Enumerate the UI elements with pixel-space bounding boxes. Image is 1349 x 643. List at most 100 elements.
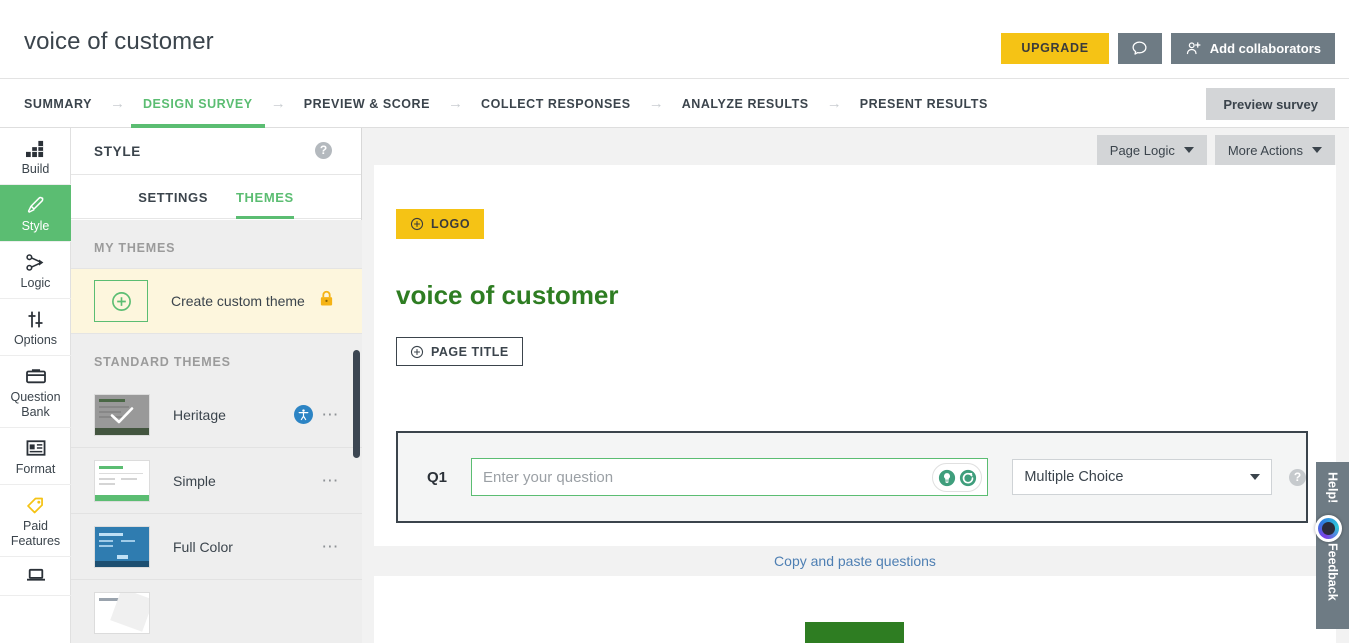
app-header: voice of customer UPGRADE Add collaborat… <box>0 0 1349 79</box>
rail-item-style[interactable]: Style <box>0 185 71 242</box>
rail-item-logic[interactable]: Logic <box>0 242 71 299</box>
theme-row-heritage[interactable]: Heritage ⋯ <box>71 382 362 448</box>
left-icon-rail: Build Style Logic Options Question Bank … <box>0 128 71 643</box>
lightbulb-icon[interactable] <box>937 468 956 487</box>
survey-design-app: voice of customer UPGRADE Add collaborat… <box>0 0 1349 643</box>
nav-tab-present-results[interactable]: PRESENT RESULTS <box>858 79 990 128</box>
more-actions-label: More Actions <box>1227 142 1303 158</box>
library-icon <box>25 566 47 588</box>
add-page-title-label: PAGE TITLE <box>431 344 509 359</box>
preview-survey-button[interactable]: Preview survey <box>1206 88 1335 120</box>
theme-thumbnail <box>94 459 150 502</box>
rail-label: Question Bank <box>10 390 61 419</box>
plus-circle-icon <box>94 280 148 322</box>
rail-item-question-bank[interactable]: Question Bank <box>0 356 71 428</box>
page-title: voice of customer <box>24 28 214 55</box>
rail-item-options[interactable]: Options <box>0 299 71 356</box>
lock-icon <box>319 290 334 312</box>
chat-bubble-icon <box>1132 41 1147 55</box>
standard-themes-label: STANDARD THEMES <box>94 355 231 369</box>
sliders-icon <box>25 308 46 330</box>
nav-arrow-icon: → <box>448 95 464 112</box>
question-input[interactable] <box>472 459 988 495</box>
logic-branch-icon <box>25 251 46 273</box>
question-type-value: Multiple Choice <box>1024 469 1124 485</box>
copy-paste-questions-link[interactable]: Copy and paste questions <box>774 553 936 569</box>
style-panel-tabs: SETTINGS THEMES <box>71 175 361 219</box>
nav-tab-summary[interactable]: SUMMARY <box>22 79 94 128</box>
add-logo-button[interactable]: LOGO <box>396 209 485 239</box>
nav-arrow-icon: → <box>270 95 286 112</box>
question-input-wrapper <box>471 458 989 496</box>
survey-canvas-title[interactable]: voice of customer <box>396 280 619 311</box>
chevron-down-icon <box>1183 147 1194 153</box>
add-person-icon <box>1186 42 1201 55</box>
question-type-select[interactable]: Multiple Choice <box>1012 459 1273 495</box>
add-logo-label: LOGO <box>431 217 471 231</box>
themes-scrollbar[interactable] <box>353 350 360 458</box>
nav-arrow-icon: → <box>648 95 664 112</box>
theme-row-partial[interactable] <box>71 580 362 643</box>
feedback-tab-label: Feedback <box>1325 542 1340 601</box>
rail-item-format[interactable]: Format <box>0 428 71 485</box>
chat-widget-core <box>1322 522 1335 535</box>
rail-label: Options <box>13 333 58 347</box>
accessibility-icon[interactable] <box>294 405 314 424</box>
rail-label: Build <box>21 162 50 176</box>
ellipsis-icon[interactable]: ⋯ <box>321 472 340 489</box>
upgrade-button[interactable]: UPGRADE <box>1001 33 1109 64</box>
chat-button[interactable] <box>1117 33 1162 64</box>
page-logic-dropdown[interactable]: Page Logic <box>1096 135 1207 165</box>
question-mark-icon[interactable]: ? <box>315 142 332 159</box>
survey-canvas-area: Page Logic More Actions LOGO voice of cu… <box>362 128 1349 643</box>
question-help-icon[interactable]: ? <box>1289 468 1306 486</box>
chat-widget-button[interactable] <box>1315 515 1342 542</box>
help-tab[interactable]: Help! <box>1316 462 1349 514</box>
create-custom-theme-row[interactable]: Create custom theme <box>71 268 362 334</box>
help-tab-label: Help! <box>1325 472 1340 504</box>
theme-row-actions: ⋯ <box>321 472 340 489</box>
done-button[interactable]: Done <box>805 622 904 643</box>
nav-arrow-icon: → <box>109 95 125 112</box>
more-actions-dropdown[interactable]: More Actions <box>1214 135 1335 165</box>
format-layout-icon <box>26 437 46 459</box>
ellipsis-icon[interactable]: ⋯ <box>321 406 340 423</box>
theme-name: Heritage <box>173 406 226 423</box>
add-collaborators-label: Add collaborators <box>1209 41 1321 56</box>
build-bars-icon <box>25 137 46 159</box>
theme-row-actions: ⋯ <box>321 538 340 555</box>
question-block-q1: Q1 Enter your question Multiple Choice ? <box>396 431 1308 523</box>
rail-label: Format <box>15 462 56 476</box>
my-themes-label: MY THEMES <box>94 241 176 255</box>
theme-row-simple[interactable]: Simple ⋯ <box>71 448 362 514</box>
copy-paste-bar: Copy and paste questions <box>374 546 1336 576</box>
check-icon <box>110 406 134 423</box>
nav-tab-collect-responses[interactable]: COLLECT RESPONSES <box>479 79 633 128</box>
add-collaborators-button[interactable]: Add collaborators <box>1170 33 1335 64</box>
rail-item-paid-features[interactable]: Paid Features <box>0 485 71 557</box>
theme-thumbnail <box>94 525 150 568</box>
nav-tab-design-survey[interactable]: DESIGN SURVEY <box>130 79 265 128</box>
themes-scroll-area[interactable]: MY THEMES Create custom theme STANDARD T… <box>71 220 362 643</box>
rail-item-partial[interactable] <box>0 557 71 596</box>
ellipsis-icon[interactable]: ⋯ <box>321 538 340 555</box>
theme-row-full-color[interactable]: Full Color ⋯ <box>71 514 362 580</box>
theme-row-actions: ⋯ <box>294 405 340 424</box>
nav-tab-preview-score[interactable]: PREVIEW & SCORE <box>302 79 432 128</box>
style-panel-title: STYLE <box>94 144 142 159</box>
chevron-down-icon <box>1250 474 1261 480</box>
plus-circle-icon <box>410 345 424 358</box>
rail-label: Paid Features <box>10 519 61 548</box>
rail-label: Style <box>21 219 50 233</box>
add-page-title-button[interactable]: PAGE TITLE <box>396 337 523 366</box>
price-tag-icon <box>25 494 46 516</box>
tab-themes[interactable]: THEMES <box>236 175 294 219</box>
tab-settings[interactable]: SETTINGS <box>138 175 208 219</box>
refresh-icon[interactable] <box>958 468 977 487</box>
survey-canvas: LOGO voice of customer PAGE TITLE Q1 Ent… <box>374 165 1336 643</box>
rail-item-build[interactable]: Build <box>0 128 71 185</box>
theme-thumbnail <box>94 393 150 436</box>
nav-tab-analyze-results[interactable]: ANALYZE RESULTS <box>680 79 811 128</box>
chevron-down-icon <box>1312 147 1322 153</box>
theme-thumbnail <box>94 591 150 634</box>
